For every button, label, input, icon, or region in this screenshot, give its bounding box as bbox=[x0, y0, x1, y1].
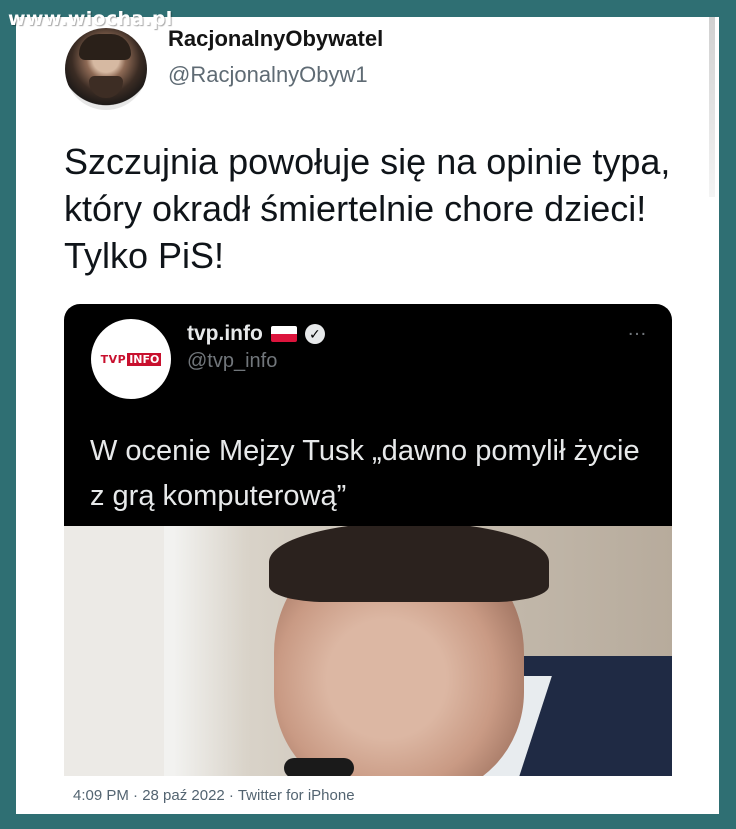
quoted-tweet[interactable]: TVP INFO tvp.info ✓ @tvp_info … W ocenie … bbox=[64, 304, 672, 776]
quoted-author-handle[interactable]: @tvp_info bbox=[187, 350, 277, 373]
author-handle[interactable]: @RacjonalnyObyw1 bbox=[168, 62, 368, 88]
quoted-author-name[interactable]: tvp.info bbox=[187, 322, 263, 346]
quoted-author-avatar[interactable]: TVP INFO bbox=[91, 319, 171, 399]
photo-background-panel bbox=[64, 526, 164, 776]
verified-badge-icon: ✓ bbox=[304, 324, 325, 344]
author-avatar[interactable] bbox=[65, 28, 147, 110]
tweet-card: RacjonalnyObywatel @RacjonalnyObyw1 Szcz… bbox=[16, 17, 719, 814]
poland-flag-icon bbox=[270, 326, 297, 342]
quoted-tweet-text: W ocenie Mejzy Tusk „dawno pomylił życie… bbox=[90, 435, 640, 512]
author-name[interactable]: RacjonalnyObywatel bbox=[168, 26, 383, 52]
photo-microphone bbox=[284, 758, 354, 776]
tweet-meta[interactable]: 4:09 PM · 28 paź 2022 · Twitter for iPho… bbox=[73, 787, 355, 804]
quoted-tweet-photo[interactable] bbox=[64, 526, 672, 776]
tweet-text: Szczujnia powołuje się na opinie typa, k… bbox=[64, 141, 671, 276]
avatar-hair bbox=[79, 34, 131, 60]
quoted-author-name-row[interactable]: tvp.info ✓ bbox=[187, 322, 325, 346]
logo-tvp-text: TVP bbox=[100, 352, 127, 366]
tvp-info-logo: TVP INFO bbox=[100, 352, 162, 366]
logo-info-text: INFO bbox=[127, 352, 162, 366]
avatar-beard bbox=[89, 76, 123, 98]
site-watermark: www.wiocha.pl bbox=[8, 8, 173, 30]
photo-hair bbox=[269, 526, 549, 602]
more-options-icon[interactable]: … bbox=[627, 318, 648, 341]
scrollbar[interactable] bbox=[709, 17, 715, 197]
